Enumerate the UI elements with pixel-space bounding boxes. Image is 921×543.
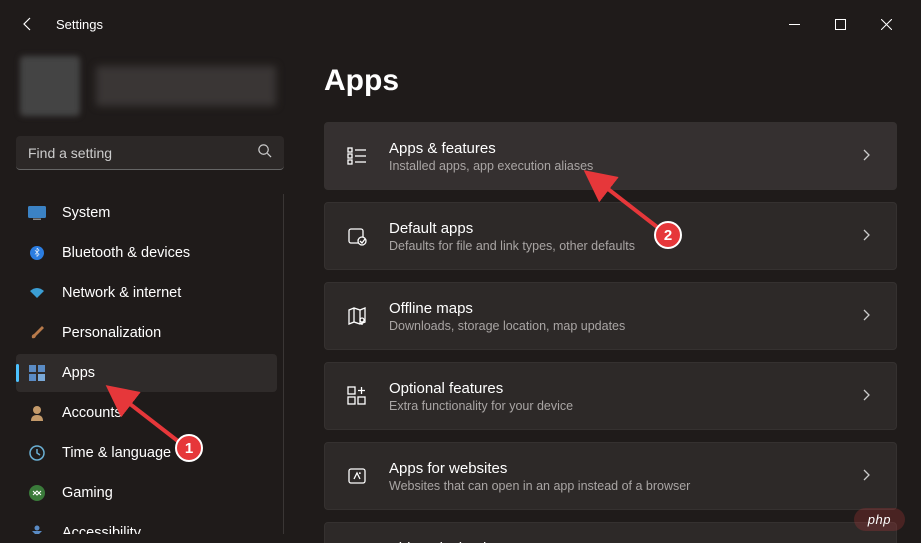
sidebar-item-gaming[interactable]: Gaming	[16, 474, 277, 512]
card-title: Optional features	[389, 380, 860, 397]
search-icon	[257, 143, 272, 163]
card-default-apps[interactable]: Default apps Defaults for file and link …	[324, 202, 897, 270]
card-subtitle: Downloads, storage location, map updates	[389, 319, 860, 333]
card-apps-features[interactable]: Apps & features Installed apps, app exec…	[324, 122, 897, 190]
brush-icon	[28, 324, 46, 342]
sidebar-item-time[interactable]: Time & language	[16, 434, 277, 472]
sidebar-item-bluetooth[interactable]: Bluetooth & devices	[16, 234, 277, 272]
card-title: Apps & features	[389, 140, 860, 157]
sidebar-item-label: Apps	[62, 365, 95, 381]
profile-area[interactable]	[16, 48, 284, 136]
sidebar: System Bluetooth & devices Network & int…	[0, 48, 300, 543]
chevron-right-icon	[860, 308, 876, 324]
chevron-right-icon	[860, 228, 876, 244]
chevron-right-icon	[860, 148, 876, 164]
card-title: Default apps	[389, 220, 860, 237]
clock-globe-icon	[28, 444, 46, 462]
default-apps-icon	[345, 224, 369, 248]
card-optional-features[interactable]: Optional features Extra functionality fo…	[324, 362, 897, 430]
card-subtitle: Extra functionality for your device	[389, 399, 860, 413]
optional-features-icon	[345, 384, 369, 408]
minimize-button[interactable]	[771, 8, 817, 40]
maximize-button[interactable]	[817, 8, 863, 40]
sidebar-item-apps[interactable]: Apps	[16, 354, 277, 392]
wifi-icon	[28, 284, 46, 302]
sidebar-item-label: Time & language	[62, 445, 171, 461]
window-title: Settings	[56, 17, 103, 32]
sidebar-item-accounts[interactable]: Accounts	[16, 394, 277, 432]
sidebar-item-label: Personalization	[62, 325, 161, 341]
nav-list: System Bluetooth & devices Network & int…	[16, 194, 284, 534]
close-button[interactable]	[863, 8, 909, 40]
avatar	[20, 56, 80, 116]
chevron-right-icon	[860, 388, 876, 404]
card-title: Apps for websites	[389, 460, 860, 477]
sidebar-item-label: Gaming	[62, 485, 113, 501]
card-subtitle: Installed apps, app execution aliases	[389, 159, 860, 173]
sidebar-item-label: Network & internet	[62, 285, 181, 301]
sidebar-item-accessibility[interactable]: Accessibility	[16, 514, 277, 534]
list-icon	[345, 144, 369, 168]
sidebar-item-label: System	[62, 205, 110, 221]
sidebar-item-system[interactable]: System	[16, 194, 277, 232]
card-title: Video playback	[389, 540, 860, 543]
sidebar-item-label: Bluetooth & devices	[62, 245, 190, 261]
system-icon	[28, 204, 46, 222]
sidebar-item-label: Accessibility	[62, 525, 141, 534]
gaming-icon	[28, 484, 46, 502]
person-icon	[28, 404, 46, 422]
card-offline-maps[interactable]: Offline maps Downloads, storage location…	[324, 282, 897, 350]
profile-name-blurred	[96, 66, 276, 106]
back-button[interactable]	[12, 8, 44, 40]
card-subtitle: Websites that can open in an app instead…	[389, 479, 860, 493]
card-apps-websites[interactable]: Apps for websites Websites that can open…	[324, 442, 897, 510]
sidebar-item-personalization[interactable]: Personalization	[16, 314, 277, 352]
apps-icon	[28, 364, 46, 382]
card-subtitle: Defaults for file and link types, other …	[389, 239, 860, 253]
chevron-right-icon	[860, 468, 876, 484]
page-title: Apps	[324, 64, 897, 98]
titlebar: Settings	[0, 0, 921, 48]
website-app-icon	[345, 464, 369, 488]
card-title: Offline maps	[389, 300, 860, 317]
search-input[interactable]	[16, 136, 284, 170]
sidebar-item-network[interactable]: Network & internet	[16, 274, 277, 312]
card-video-playback[interactable]: Video playback Video adjustments, HDR st…	[324, 522, 897, 543]
sidebar-item-label: Accounts	[62, 405, 122, 421]
main-content: Apps Apps & features Installed apps, app…	[300, 48, 921, 543]
watermark: php	[854, 508, 905, 531]
map-icon	[345, 304, 369, 328]
accessibility-icon	[28, 524, 46, 534]
bluetooth-icon	[28, 244, 46, 262]
